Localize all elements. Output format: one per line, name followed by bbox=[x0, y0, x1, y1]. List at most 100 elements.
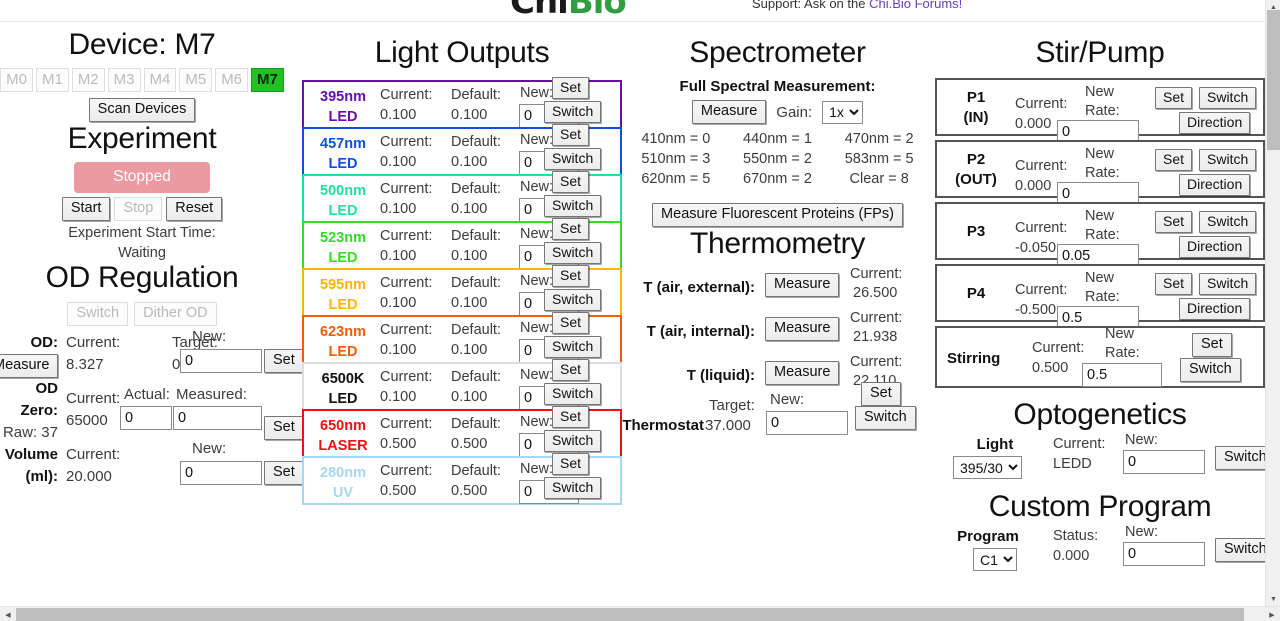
spectrometer-measure-button[interactable]: Measure bbox=[691, 100, 767, 124]
light-switch-button[interactable]: Switch bbox=[544, 148, 602, 170]
thermometry-measure-button[interactable]: Measure bbox=[765, 273, 840, 297]
thermostat-switch-button[interactable]: Switch bbox=[855, 406, 916, 430]
pump-set-button[interactable]: Set bbox=[1155, 87, 1193, 109]
pump-switch-button[interactable]: Switch bbox=[1199, 273, 1257, 295]
pump-switch-button[interactable]: Switch bbox=[1199, 149, 1257, 171]
od-new-input[interactable] bbox=[180, 349, 262, 373]
stirring-new-rate-input[interactable] bbox=[1082, 363, 1162, 387]
scroll-left-arrow-icon[interactable]: ◀ bbox=[0, 607, 16, 621]
light-switch-button[interactable]: Switch bbox=[544, 242, 602, 264]
pump-direction-button[interactable]: Direction bbox=[1179, 112, 1251, 134]
pump-direction-button[interactable]: Direction bbox=[1179, 174, 1251, 196]
thermometry-current-value: 21.938 bbox=[853, 329, 898, 345]
volume-set-button[interactable]: Set bbox=[264, 461, 304, 485]
light-current-label: Current: bbox=[380, 416, 433, 432]
light-set-button[interactable]: Set bbox=[552, 312, 590, 334]
stirring-switch-button[interactable]: Switch bbox=[1180, 358, 1241, 382]
od-zero-row: OD Zero: Raw: 37 Current: 65000 Actual: … bbox=[0, 380, 304, 442]
pump-current-value: 0.000 bbox=[1015, 178, 1052, 194]
device-button-m6[interactable]: M6 bbox=[215, 68, 249, 92]
device-button-m0[interactable]: M0 bbox=[0, 68, 33, 92]
light-output-row: 280nm UV Current: 0.500 Default: 0.500 New:Set… bbox=[302, 453, 622, 505]
pump-set-button[interactable]: Set bbox=[1155, 211, 1193, 233]
device-button-m4[interactable]: M4 bbox=[143, 68, 177, 92]
light-set-button[interactable]: Set bbox=[552, 218, 590, 240]
od-measure-button[interactable]: Measure bbox=[0, 354, 59, 378]
od-label: OD: bbox=[30, 334, 59, 351]
scan-devices-button[interactable]: Scan Devices bbox=[88, 98, 196, 122]
pump-switch-button[interactable]: Switch bbox=[1199, 87, 1257, 109]
thermometry-title: Thermometry bbox=[689, 227, 866, 260]
light-set-button[interactable]: Set bbox=[552, 453, 590, 475]
light-default-label: Default: bbox=[451, 228, 501, 244]
light-channel-wavelength: 500nm bbox=[320, 183, 366, 199]
experiment-reset-button[interactable]: Reset bbox=[166, 197, 223, 221]
measure-fluorescent-proteins-button[interactable]: Measure Fluorescent Proteins (FPs) bbox=[652, 203, 903, 227]
thermostat-new-input[interactable] bbox=[766, 411, 848, 435]
pump-set-button[interactable]: Set bbox=[1155, 149, 1193, 171]
od-zero-current-value: 65000 bbox=[66, 412, 108, 429]
horizontal-scroll-thumb[interactable] bbox=[16, 608, 1244, 621]
thermometry-measure-button[interactable]: Measure bbox=[765, 361, 840, 385]
experiment-stop-button: Stop bbox=[114, 197, 163, 221]
thermostat-set-button[interactable]: Set bbox=[861, 382, 901, 406]
pump-direction-button[interactable]: Direction bbox=[1179, 298, 1251, 320]
scroll-down-arrow-icon[interactable]: ▼ bbox=[1266, 592, 1280, 607]
optogenetics-light-select[interactable]: 395/30 bbox=[953, 456, 1022, 479]
device-button-m3[interactable]: M3 bbox=[107, 68, 141, 92]
light-set-button[interactable]: Set bbox=[552, 124, 590, 146]
device-button-m1[interactable]: M1 bbox=[35, 68, 69, 92]
od-zero-measured-input[interactable] bbox=[173, 406, 262, 430]
scroll-right-arrow-icon[interactable]: ▶ bbox=[1264, 607, 1280, 621]
light-switch-button[interactable]: Switch bbox=[544, 477, 602, 499]
forums-link[interactable]: Chi.Bio Forums! bbox=[869, 0, 962, 11]
device-button-m5[interactable]: M5 bbox=[179, 68, 213, 92]
horizontal-scrollbar[interactable]: ◀ ▶ bbox=[0, 606, 1280, 621]
light-set-button[interactable]: Set bbox=[552, 406, 590, 428]
device-button-m2[interactable]: M2 bbox=[71, 68, 105, 92]
light-set-button[interactable]: Set bbox=[552, 265, 590, 287]
pump-switch-button[interactable]: Switch bbox=[1199, 211, 1257, 233]
pump-name-line2: (IN) bbox=[963, 109, 989, 126]
light-channel-type: LASER bbox=[318, 438, 368, 454]
od-zero-current-label: Current: bbox=[66, 390, 121, 407]
light-default-value: 0.100 bbox=[451, 295, 488, 311]
light-channel-wavelength: 623nm bbox=[320, 324, 366, 340]
light-switch-button[interactable]: Switch bbox=[544, 430, 602, 452]
light-switch-button[interactable]: Switch bbox=[544, 289, 602, 311]
light-switch-button[interactable]: Switch bbox=[544, 383, 602, 405]
stirring-current-label: Current: bbox=[1032, 340, 1085, 356]
od-zero-actual-label: Actual: bbox=[124, 386, 170, 403]
light-set-button[interactable]: Set bbox=[552, 359, 590, 381]
custom-program-new-input[interactable] bbox=[1123, 542, 1205, 566]
light-switch-button[interactable]: Switch bbox=[544, 336, 602, 358]
optogenetics-new-input[interactable] bbox=[1123, 450, 1205, 474]
fp-measure-row: Measure Fluorescent Proteins (FPs) bbox=[625, 203, 930, 227]
light-current-value: 0.500 bbox=[380, 483, 417, 499]
experiment-start-button[interactable]: Start bbox=[61, 197, 111, 221]
vertical-scroll-thumb[interactable] bbox=[1267, 10, 1280, 150]
light-current-value: 0.100 bbox=[380, 389, 417, 405]
thermometry-current-label: Current: bbox=[850, 310, 903, 326]
pump-direction-button[interactable]: Direction bbox=[1179, 236, 1251, 258]
light-switch-button[interactable]: Switch bbox=[544, 195, 602, 217]
app-window: ChiBio Support: Ask on the Chi.Bio Forum… bbox=[0, 0, 1280, 621]
vertical-scrollbar[interactable]: ▲ ▼ bbox=[1265, 0, 1280, 607]
thermometry-measure-button[interactable]: Measure bbox=[765, 317, 840, 341]
light-switch-button[interactable]: Switch bbox=[544, 101, 602, 123]
pump-set-button[interactable]: Set bbox=[1155, 273, 1193, 295]
light-set-button[interactable]: Set bbox=[552, 77, 590, 99]
gain-select[interactable]: 1x bbox=[822, 100, 864, 124]
chibio-logo[interactable]: ChiBio bbox=[510, 0, 627, 22]
light-set-button[interactable]: Set bbox=[552, 171, 590, 193]
od-set-button[interactable]: Set bbox=[264, 349, 304, 373]
logo-bio-text: Bio bbox=[567, 0, 627, 22]
light-channel-wavelength: 650nm bbox=[320, 418, 366, 434]
volume-new-input[interactable] bbox=[180, 461, 262, 485]
od-zero-actual-input[interactable] bbox=[120, 406, 172, 430]
light-new-label: New: bbox=[520, 414, 554, 430]
stirring-set-button[interactable]: Set bbox=[1192, 333, 1232, 357]
od-zero-set-button[interactable]: Set bbox=[264, 416, 304, 440]
custom-program-select[interactable]: C1 bbox=[973, 548, 1017, 571]
device-button-m7[interactable]: M7 bbox=[251, 68, 284, 92]
